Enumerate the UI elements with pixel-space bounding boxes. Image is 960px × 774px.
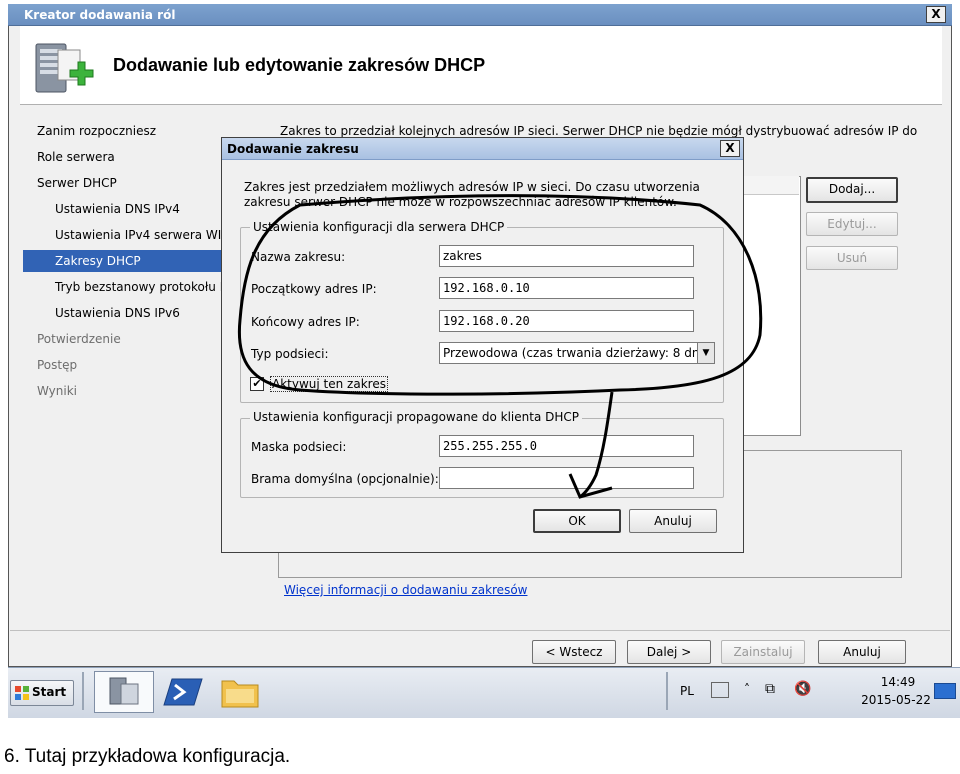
scope-name-label: Nazwa zakresu: — [251, 250, 346, 264]
network-icon[interactable]: ⧉ — [765, 681, 775, 697]
nav-item-results: Wyniki — [37, 384, 77, 398]
footer-divider — [10, 630, 950, 631]
end-ip-input[interactable]: 192.168.0.20 — [439, 310, 694, 332]
ok-button[interactable]: OK — [533, 509, 621, 533]
dialog-intro-line-2: zakresu serwer DHCP nie może w rozpowsze… — [244, 195, 677, 209]
page-title: Dodawanie lub edytowanie zakresów DHCP — [113, 55, 486, 75]
taskbar-separator — [82, 672, 84, 710]
subnet-type-value: Przewodowa (czas trwania dzierżawy: 8 dn… — [443, 346, 708, 360]
keyboard-icon[interactable] — [711, 682, 729, 698]
nav-item-dhcp-server[interactable]: Serwer DHCP — [37, 176, 117, 190]
clock-date[interactable]: 2015-05-22 — [856, 693, 936, 707]
nav-item-ipv4-dns[interactable]: Ustawienia DNS IPv4 — [55, 202, 180, 216]
default-gateway-label: Brama domyślna (opcjonalnie): — [251, 472, 439, 486]
wizard-title-bar: Kreator dodawania ról X — [8, 4, 952, 26]
nav-item-progress: Postęp — [37, 358, 78, 372]
wizard-cancel-button[interactable]: Anuluj — [818, 640, 906, 664]
server-role-icon — [35, 43, 94, 93]
dialog-cancel-button[interactable]: Anuluj — [629, 509, 717, 533]
show-desktop-icon[interactable] — [934, 683, 956, 699]
taskbar-powershell[interactable] — [162, 673, 206, 711]
default-gateway-input[interactable] — [439, 467, 694, 489]
add-scope-button[interactable]: Dodaj... — [806, 177, 898, 203]
nav-item-dhcp-scopes[interactable]: Zakresy DHCP — [23, 250, 239, 272]
end-ip-label: Końcowy adres IP: — [251, 315, 360, 329]
next-button[interactable]: Dalej > — [627, 640, 711, 664]
server-config-legend: Ustawienia konfiguracji dla serwera DHCP — [250, 220, 508, 234]
nav-item-ipv4-wins[interactable]: Ustawienia IPv4 serwera WIN — [55, 228, 230, 242]
dialog-title: Dodawanie zakresu — [227, 142, 359, 156]
start-button[interactable]: Start — [10, 680, 74, 706]
nav-item-ipv6-dns[interactable]: Ustawienia DNS IPv6 — [55, 306, 180, 320]
taskbar-explorer[interactable] — [218, 673, 262, 711]
edit-scope-button[interactable]: Edytuj... — [806, 212, 898, 236]
taskbar-server-manager[interactable] — [94, 671, 154, 713]
activate-scope-label[interactable]: Aktywuj ten zakres — [270, 376, 388, 392]
subnet-type-select[interactable]: Przewodowa (czas trwania dzierżawy: 8 dn… — [439, 342, 715, 364]
scope-intro-text: Zakres to przedział kolejnych adresów IP… — [280, 124, 918, 138]
activate-scope-checkbox[interactable]: ✔ — [250, 377, 264, 391]
client-config-legend: Ustawienia konfiguracji propagowane do k… — [250, 410, 583, 424]
start-ip-input[interactable]: 192.168.0.10 — [439, 277, 694, 299]
nav-item-before-you-begin[interactable]: Zanim rozpoczniesz — [37, 124, 156, 138]
remove-scope-button[interactable]: Usuń — [806, 246, 898, 270]
powershell-icon — [163, 678, 203, 706]
start-ip-label: Początkowy adres IP: — [251, 282, 377, 296]
dialog-intro-line-1: Zakres jest przedziałem możliwych adresó… — [244, 180, 700, 194]
folder-icon — [221, 680, 259, 708]
more-info-link[interactable]: Więcej informacji o dodawaniu zakresów — [284, 583, 527, 597]
windows-logo-icon — [15, 686, 29, 700]
back-button[interactable]: < Wstecz — [532, 640, 616, 664]
dialog-title-bar: Dodawanie zakresu X — [222, 138, 743, 160]
nav-item-dhcp-scopes-label: Zakresy DHCP — [55, 254, 141, 268]
show-hidden-icons-icon[interactable]: ˄ — [744, 682, 750, 696]
scope-name-input[interactable]: zakres — [439, 245, 694, 267]
subnet-mask-input[interactable]: 255.255.255.0 — [439, 435, 694, 457]
wizard-title: Kreator dodawania ról — [24, 8, 176, 22]
subnet-mask-label: Maska podsieci: — [251, 440, 347, 454]
install-button[interactable]: Zainstaluj — [721, 640, 805, 664]
nav-item-server-roles[interactable]: Role serwera — [37, 150, 115, 164]
dialog-close-button[interactable]: X — [720, 140, 740, 157]
clock-time[interactable]: 14:49 — [870, 675, 926, 689]
language-indicator[interactable]: PL — [680, 684, 694, 698]
start-label: Start — [32, 685, 67, 699]
chevron-down-icon[interactable]: ▼ — [697, 343, 714, 363]
wizard-close-button[interactable]: X — [926, 6, 946, 23]
subnet-type-label: Typ podsieci: — [251, 347, 329, 361]
taskbar-separator — [666, 672, 668, 710]
speaker-muted-icon[interactable]: 🔇 — [794, 681, 811, 697]
nav-item-stateless-mode[interactable]: Tryb bezstanowy protokołu D — [55, 280, 229, 294]
server-manager-icon — [109, 677, 139, 705]
document-caption: 6. Tutaj przykładowa konfiguracja. — [4, 746, 291, 767]
nav-item-confirmation: Potwierdzenie — [37, 332, 121, 346]
